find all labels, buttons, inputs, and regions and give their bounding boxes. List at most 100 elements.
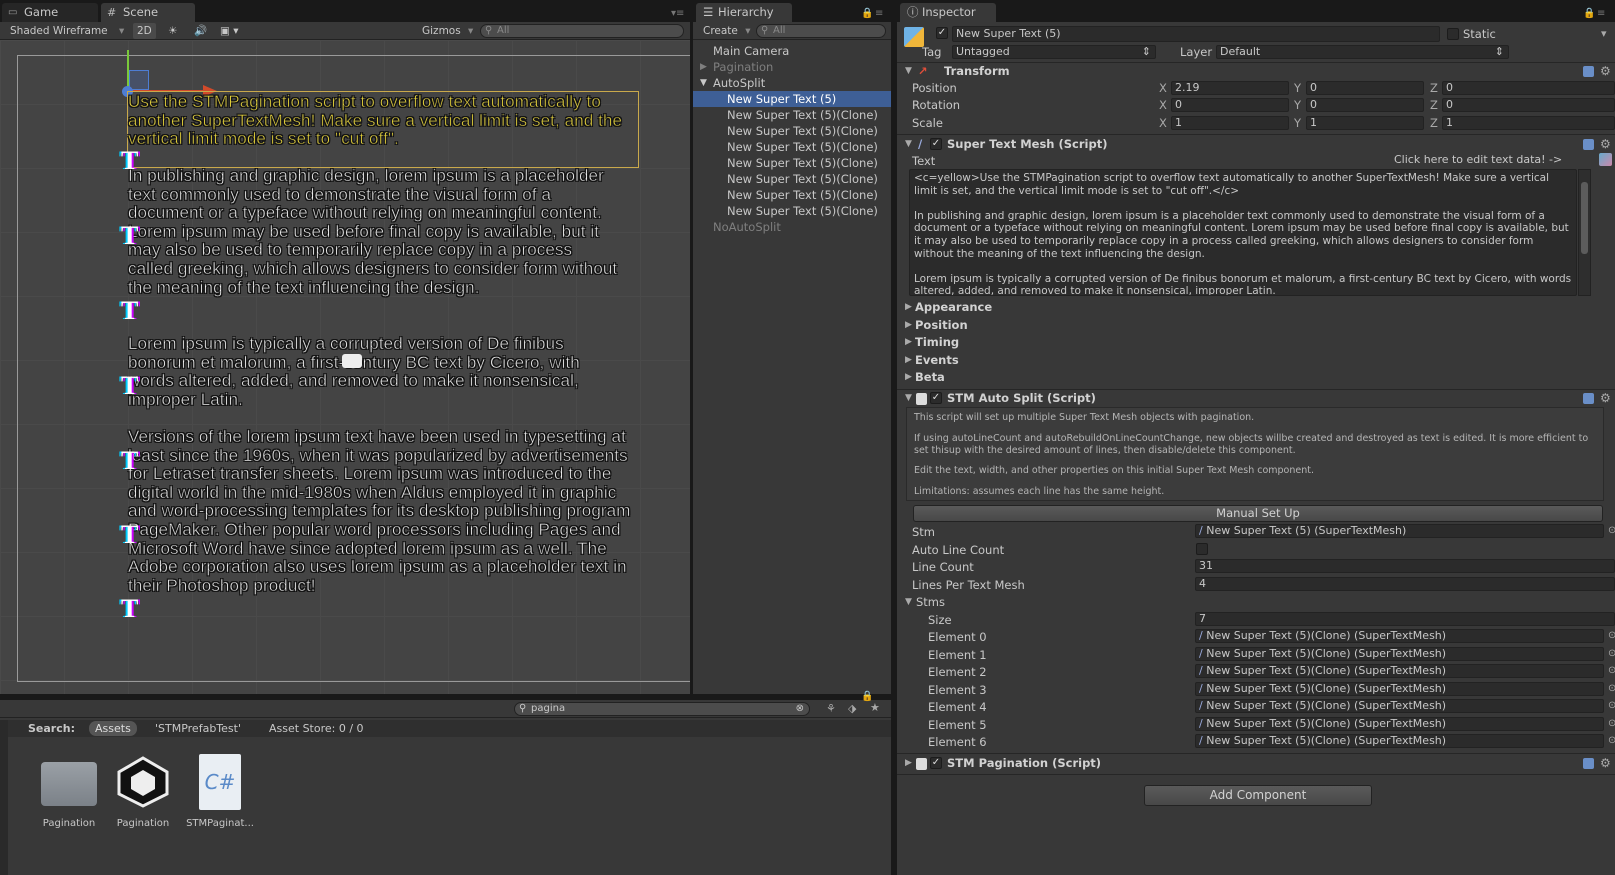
tab-game[interactable]: ▭ Game [2,3,98,22]
paragraph-3[interactable]: Versions of the lorem ipsum text have be… [128,427,638,595]
clear-search-icon[interactable]: ⊗ [796,703,804,715]
create-dropdown[interactable]: Create ▾ [703,23,751,39]
dropdown-arrow-icon[interactable]: ▾ [1601,27,1607,40]
yellow-text-block[interactable]: Use the STMPagination script to overflow… [128,92,638,149]
active-checkbox[interactable]: ✓ [936,27,948,39]
lines-per-text-mesh-field[interactable]: 4 [1195,577,1615,591]
scrollbar-thumb[interactable] [1581,182,1588,254]
hierarchy-item[interactable]: Main Camera [693,43,891,59]
lock-icon[interactable]: 🔒 [1583,8,1595,19]
help-book-icon[interactable] [1583,66,1594,77]
element-object-field[interactable]: / New Super Text (5)(Clone) (SuperTextMe… [1195,682,1604,696]
hierarchy-item[interactable]: New Super Text (5)(Clone) [693,171,891,187]
supertextmesh-icon[interactable]: T [121,520,138,550]
filter-by-label-icon[interactable]: ⬗ [848,702,856,715]
collapse-arrow-icon[interactable]: ▼ [905,135,912,154]
favorite-star-icon[interactable]: ★ [870,701,880,714]
hierarchy-item[interactable]: New Super Text (5)(Clone) [693,155,891,171]
collapse-arrow-icon[interactable]: ▼ [700,75,707,91]
expand-arrow-icon[interactable]: ▶ [905,754,912,773]
hierarchy-item[interactable]: ▶ Pagination [693,59,891,75]
expand-arrow-icon[interactable]: ▶ [905,298,912,317]
tab-inspector[interactable]: ⓘ Inspector [900,3,996,22]
element-object-field[interactable]: / New Super Text (5)(Clone) (SuperTextMe… [1195,717,1604,731]
rotation-x-field[interactable]: 0 [1171,98,1289,112]
hierarchy-item[interactable]: ▼ AutoSplit [693,75,891,91]
hierarchy-item-selected[interactable]: New Super Text (5) [693,91,891,107]
edit-text-data-link[interactable]: Click here to edit text data! -> [1394,153,1562,166]
section-beta[interactable]: ▶ Beta [901,368,1615,387]
scene-search-input[interactable]: ⚲ All [480,24,684,38]
paragraph-1[interactable]: In publishing and graphic design, lorem … [128,166,618,297]
help-book-icon[interactable] [1583,139,1594,150]
rotation-z-field[interactable]: 0 [1442,98,1615,112]
transform-header[interactable]: ▼ ↗ Transform ⚙ [897,62,1615,81]
lock-icon[interactable]: 🔒 [861,691,873,702]
gear-icon[interactable]: ⚙ [1600,392,1612,404]
static-checkbox[interactable] [1447,28,1459,40]
hierarchy-item[interactable]: New Super Text (5)(Clone) [693,107,891,123]
component-enabled-checkbox[interactable]: ✓ [930,392,942,404]
panel-menu-icon[interactable]: ≡ [1597,8,1605,19]
lock-icon[interactable]: 🔒 [861,8,873,19]
position-y-field[interactable]: 0 [1306,81,1424,95]
panel-menu-icon[interactable]: ≡ [875,8,883,19]
supertextmesh-icon[interactable]: T [121,594,138,624]
add-component-button[interactable]: Add Component [1144,785,1372,806]
component-enabled-checkbox[interactable]: ✓ [930,138,942,150]
object-picker-icon[interactable]: ⊙ [1608,665,1615,676]
section-appearance[interactable]: ▶ Appearance [901,298,1615,317]
object-picker-icon[interactable]: ⊙ [1608,525,1615,536]
gear-icon[interactable]: ⚙ [1600,757,1612,769]
hierarchy-item[interactable]: New Super Text (5)(Clone) [693,187,891,203]
gear-icon[interactable]: ⚙ [1600,138,1612,150]
expand-arrow-icon[interactable]: ▶ [700,59,707,75]
layer-dropdown[interactable]: Default ⇕ [1216,45,1509,59]
stm-auto-split-header[interactable]: ▼ ✓ STM Auto Split (Script) ⚙ [897,389,1615,408]
collapse-arrow-icon[interactable]: ▼ [905,597,912,607]
element-object-field[interactable]: / New Super Text (5)(Clone) (SuperTextMe… [1195,629,1604,643]
shading-mode-dropdown[interactable]: Shaded Wireframe ▾ [10,23,124,39]
object-picker-icon[interactable]: ⊙ [1608,735,1615,746]
text-area[interactable]: <c=yellow>Use the STMPagination script t… [909,169,1577,296]
auto-line-count-checkbox[interactable] [1196,543,1208,555]
help-book-icon[interactable] [1583,393,1594,404]
object-picker-icon[interactable]: ⊙ [1608,700,1615,711]
size-field[interactable]: 7 [1195,612,1615,626]
hierarchy-search-input[interactable]: ⚲ All [756,24,886,38]
rotation-y-field[interactable]: 0 [1306,98,1424,112]
stm-pagination-header[interactable]: ▶ ✓ STM Pagination (Script) ⚙ [897,754,1615,773]
gear-icon[interactable]: ⚙ [1600,65,1612,77]
filter-by-type-icon[interactable]: ⚘ [826,702,836,715]
tab-scene[interactable]: # Scene [101,3,195,22]
object-name-field[interactable]: New Super Text (5) [952,26,1440,42]
scope-assets-button[interactable]: Assets [89,721,137,736]
text-area-scrollbar[interactable] [1578,169,1591,296]
super-text-mesh-header[interactable]: ▼ / ✓ Super Text Mesh (Script) ⚙ [897,135,1615,154]
object-picker-icon[interactable]: ⊙ [1608,648,1615,659]
line-count-field[interactable]: 31 [1195,559,1615,573]
object-picker-icon[interactable]: ⊙ [1608,683,1615,694]
expand-arrow-icon[interactable]: ▶ [905,333,912,352]
audio-toggle-icon[interactable]: 🔊 [194,23,207,39]
paragraph-2[interactable]: Lorem ipsum is typically a corrupted ver… [128,334,628,409]
edit-text-data-icon[interactable] [1599,153,1612,166]
panel-splitter[interactable] [891,0,897,875]
lighting-toggle-icon[interactable]: ☀ [168,23,177,39]
asset-item[interactable]: Pagination [34,762,104,829]
effects-toggle-icon[interactable]: ▣ ▾ [220,23,239,39]
tab-hierarchy[interactable]: ☰ Hierarchy [696,3,792,22]
collapse-arrow-icon[interactable]: ▼ [905,389,912,408]
scale-x-field[interactable]: 1 [1171,116,1289,130]
supertextmesh-icon[interactable]: T [121,371,138,401]
scene-view[interactable]: Use the STMPagination script to overflow… [0,40,690,694]
expand-arrow-icon[interactable]: ▶ [905,368,912,387]
2d-toggle-button[interactable]: 2D [133,23,156,39]
hierarchy-item[interactable]: New Super Text (5)(Clone) [693,139,891,155]
object-picker-icon[interactable]: ⊙ [1608,630,1615,641]
asset-item[interactable]: Pagination [108,756,178,829]
supertextmesh-icon[interactable]: T [121,296,138,326]
collapse-arrow-icon[interactable]: ▼ [905,62,912,81]
element-object-field[interactable]: / New Super Text (5)(Clone) (SuperTextMe… [1195,699,1604,713]
element-object-field[interactable]: / New Super Text (5)(Clone) (SuperTextMe… [1195,647,1604,661]
